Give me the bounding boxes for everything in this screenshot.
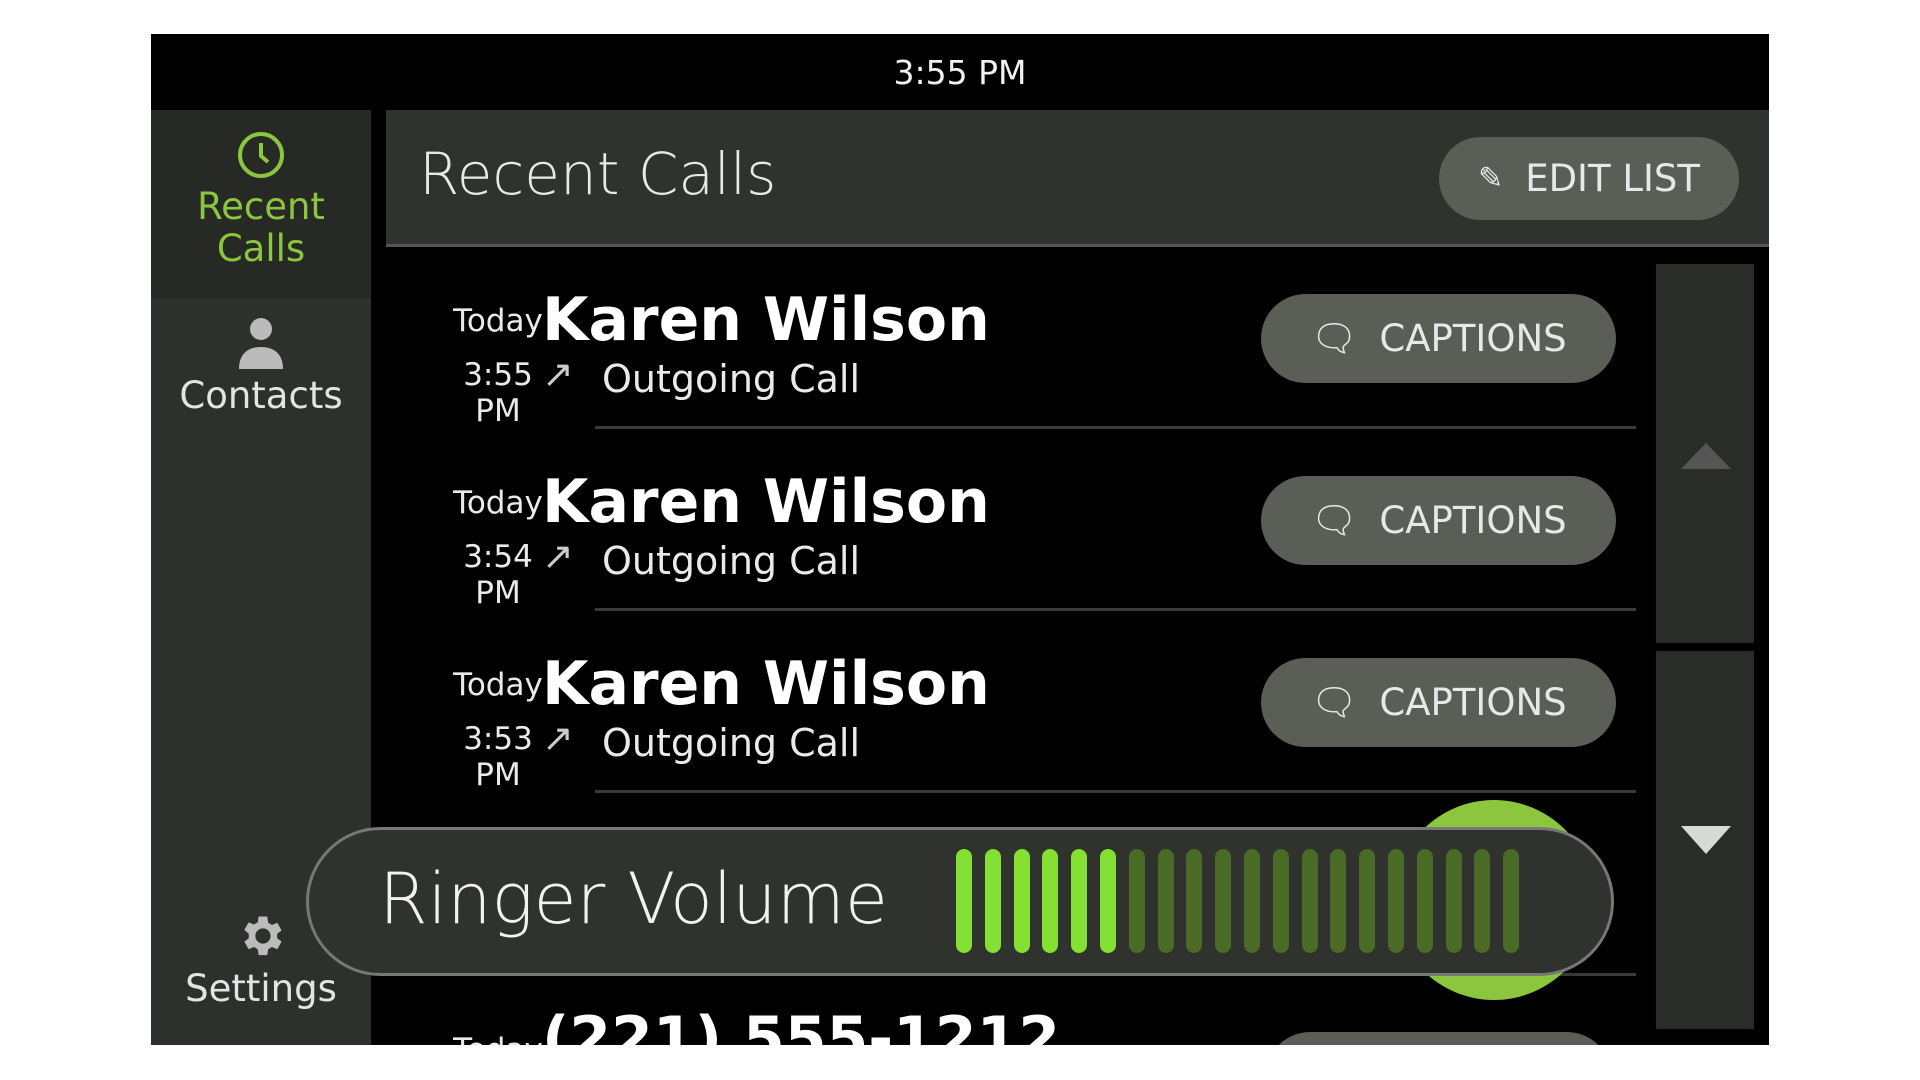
volume-bar[interactable] [1416, 849, 1433, 953]
chevron-up-icon [1681, 443, 1731, 469]
scroll-up-button[interactable] [1656, 264, 1754, 643]
chat-bubble-icon: 🗨 [1310, 316, 1358, 360]
call-day: Today [453, 303, 543, 339]
volume-bar[interactable] [1330, 849, 1347, 953]
captions-button[interactable]: 🗨 CAPTIONS [1261, 476, 1616, 565]
call-row[interactable]: Today 3:54 PM Karen Wilson ↗ Outgoing Ca… [386, 429, 1636, 611]
captions-label: CAPTIONS [1379, 681, 1567, 724]
captions-button[interactable] [1266, 1032, 1611, 1045]
volume-bar[interactable] [1503, 849, 1520, 953]
outgoing-arrow-icon: ↗ [542, 534, 574, 578]
volume-bar[interactable] [1474, 849, 1491, 953]
sidebar-label: Recent [197, 185, 325, 228]
outgoing-arrow-icon: ↗ [542, 716, 574, 760]
volume-bar[interactable] [984, 849, 1001, 953]
contact-name: (221) 555-1212 [542, 1004, 1061, 1045]
chevron-down-icon [1681, 826, 1731, 854]
contact-name: Karen Wilson [542, 285, 990, 355]
volume-bar[interactable] [1128, 849, 1145, 953]
pencil-icon: ✎ [1478, 161, 1504, 196]
chat-bubble-icon: 🗨 [1310, 680, 1358, 724]
volume-bar[interactable] [1445, 849, 1462, 953]
volume-bar[interactable] [1272, 849, 1289, 953]
contact-name: Karen Wilson [542, 467, 990, 537]
sidebar-item-recent-calls[interactable]: Recent Calls [151, 110, 371, 298]
volume-bar[interactable] [1157, 849, 1174, 953]
edit-list-label: EDIT LIST [1525, 157, 1700, 200]
captions-label: CAPTIONS [1379, 317, 1567, 360]
volume-bar[interactable] [1071, 849, 1088, 953]
sidebar-label: Calls [216, 227, 306, 270]
gear-icon [244, 916, 282, 956]
call-day: Today [453, 485, 543, 521]
sidebar-label: Contacts [179, 374, 343, 417]
volume-bar[interactable] [1388, 849, 1404, 953]
volume-meter[interactable] [956, 830, 1556, 973]
phone-screen: 3:55 PM Recent Calls Contacts Settings R… [151, 34, 1769, 1045]
call-type: Outgoing Call [602, 721, 861, 765]
clock-time: 3:55 PM [893, 52, 1027, 92]
volume-bar[interactable] [1359, 849, 1376, 953]
call-time: 3:53 PM [463, 721, 533, 793]
call-row[interactable]: Today 3:55 PM Karen Wilson ↗ Outgoing Ca… [386, 247, 1636, 429]
volume-bar[interactable] [1013, 849, 1030, 953]
page-title: Recent Calls [419, 140, 777, 208]
page-header: Recent Calls ✎ EDIT LIST [386, 110, 1769, 247]
ringer-volume-label: Ringer Volume [379, 858, 888, 940]
call-row[interactable]: Today 3:53 PM Karen Wilson ↗ Outgoing Ca… [386, 611, 1636, 793]
volume-bar[interactable] [1186, 849, 1203, 953]
call-time: 3:55 PM [463, 357, 533, 429]
call-day: Today [453, 667, 543, 703]
volume-bar[interactable] [1215, 849, 1232, 953]
person-icon [239, 318, 283, 369]
ringer-volume-popup: Ringer Volume [306, 827, 1614, 976]
clock-icon [238, 132, 284, 178]
captions-button[interactable]: 🗨 CAPTIONS [1261, 658, 1616, 747]
volume-bar[interactable] [1301, 849, 1318, 953]
divider [595, 790, 1636, 793]
volume-bar[interactable] [1100, 849, 1116, 953]
volume-bar[interactable] [1042, 849, 1059, 953]
call-type: Outgoing Call [602, 357, 861, 401]
status-bar: 3:55 PM [151, 34, 1769, 110]
call-day: Today [446, 1032, 550, 1045]
volume-bar[interactable] [1244, 849, 1260, 953]
edit-list-button[interactable]: ✎ EDIT LIST [1439, 137, 1739, 220]
captions-label: CAPTIONS [1379, 499, 1567, 542]
scroll-down-button[interactable] [1656, 651, 1754, 1029]
call-time: 3:54 PM [463, 539, 533, 611]
chat-bubble-icon: 🗨 [1310, 498, 1358, 542]
sidebar-item-contacts[interactable]: Contacts [151, 315, 371, 435]
captions-button[interactable]: 🗨 CAPTIONS [1261, 294, 1616, 383]
sidebar-label: Settings [185, 967, 337, 1010]
volume-bar[interactable] [956, 849, 972, 953]
call-type: Outgoing Call [602, 539, 861, 583]
contact-name: Karen Wilson [542, 649, 990, 719]
outgoing-arrow-icon: ↗ [542, 352, 574, 396]
